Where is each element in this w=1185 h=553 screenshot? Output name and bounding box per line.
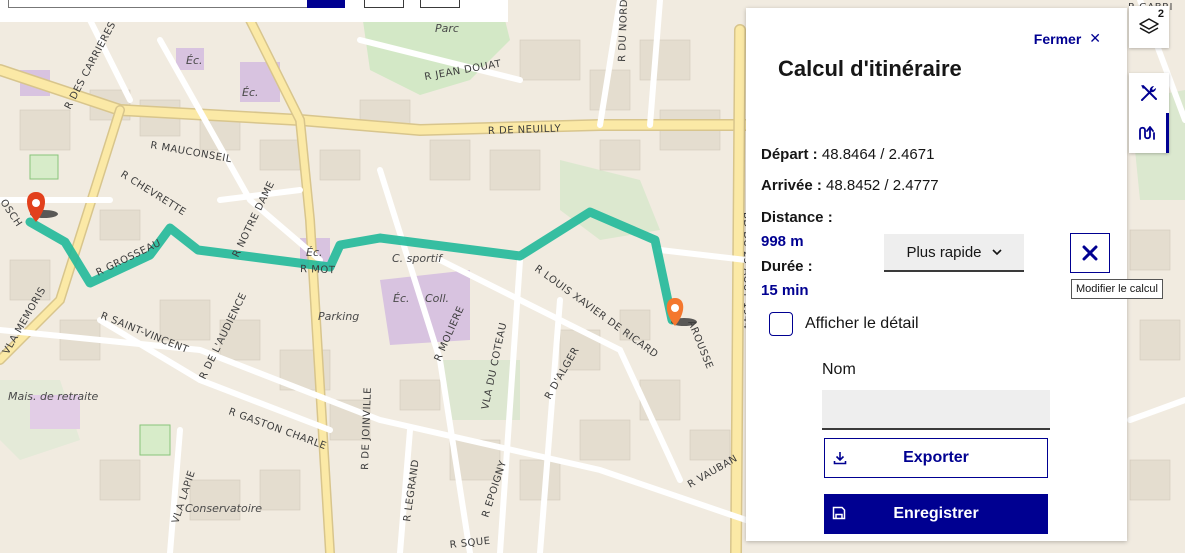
export-label: Exporter xyxy=(903,449,969,466)
close-label: Fermer xyxy=(1033,30,1082,47)
tools-group xyxy=(1129,73,1169,153)
save-icon xyxy=(832,506,846,520)
save-label: Enregistrer xyxy=(893,505,979,522)
duree-value: 15 min xyxy=(761,282,809,299)
panel-title: Calcul d'itinéraire xyxy=(778,56,962,81)
place-label: Éc. xyxy=(186,54,203,67)
distance-label: Distance : xyxy=(761,209,833,226)
name-label: Nom xyxy=(822,361,856,378)
route-icon xyxy=(1138,126,1155,140)
save-button[interactable]: Enregistrer xyxy=(824,494,1048,534)
search-input[interactable] xyxy=(8,0,308,8)
layers-button[interactable]: 2 xyxy=(1129,6,1169,48)
place-label: Mais. de retraite xyxy=(8,390,98,403)
tools-icon xyxy=(1141,85,1157,101)
place-label: Éc. xyxy=(306,246,323,259)
show-detail-row[interactable]: Afficher le détail xyxy=(769,312,919,336)
arrivee-label: Arrivée : xyxy=(761,177,822,194)
arrivee-value: 48.8452 / 2.4777 xyxy=(826,177,939,194)
place-label: Coll. xyxy=(425,292,449,305)
show-detail-checkbox[interactable] xyxy=(769,312,793,336)
route-mode-select[interactable]: Plus rapide xyxy=(884,234,1024,272)
route-mode-value: Plus rapide xyxy=(906,243,982,261)
place-label: Parc xyxy=(435,22,459,35)
depart-value: 48.8464 / 2.4671 xyxy=(821,146,935,163)
show-detail-label: Afficher le détail xyxy=(805,315,919,332)
place-label: Éc. xyxy=(393,292,410,305)
map-toolbar xyxy=(0,0,508,22)
toolbar-button[interactable] xyxy=(364,0,404,8)
close-icon: ✕ xyxy=(1089,30,1101,46)
arrivee-line: Arrivée : 48.8452 / 2.4777 xyxy=(761,177,939,194)
street-label: R MOT xyxy=(300,264,336,276)
route-tool-button[interactable] xyxy=(1129,113,1169,153)
place-label: C. sportif xyxy=(392,252,444,265)
depart-line: Départ : 48.8464 / 2.4671 xyxy=(761,146,934,163)
duree-label: Durée : xyxy=(761,258,813,275)
layers-icon xyxy=(1139,18,1159,34)
close-icon xyxy=(1082,245,1098,261)
modify-calculation-tooltip: Modifier le calcul xyxy=(1071,279,1163,299)
export-button[interactable]: Exporter xyxy=(824,438,1048,478)
chevron-down-icon xyxy=(991,249,1002,256)
depart-label: Départ : xyxy=(761,146,818,163)
close-button[interactable]: Fermer ✕ xyxy=(1034,30,1101,47)
search-button[interactable] xyxy=(307,0,345,8)
modify-calculation-button[interactable] xyxy=(1070,233,1110,273)
layers-count-badge: 2 xyxy=(1157,8,1164,20)
place-label: Conservatoire xyxy=(185,502,262,515)
street-label: R DU NORD xyxy=(617,0,630,62)
toolbar-button[interactable] xyxy=(420,0,460,8)
route-panel: Fermer ✕ Calcul d'itinéraire Départ : 48… xyxy=(746,8,1127,541)
distance-value: 998 m xyxy=(761,233,804,250)
download-icon xyxy=(833,452,847,465)
tools-button[interactable] xyxy=(1129,73,1169,113)
place-label: Parking xyxy=(318,310,359,323)
name-input[interactable] xyxy=(822,390,1050,430)
place-label: Éc. xyxy=(242,86,259,99)
